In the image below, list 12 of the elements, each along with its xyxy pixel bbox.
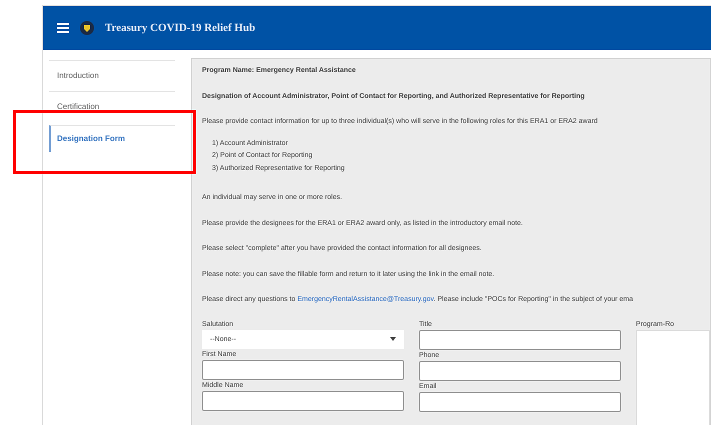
input-field[interactable] <box>202 360 404 380</box>
sidebar-item[interactable]: Designation Form <box>49 125 175 152</box>
input-field[interactable] <box>202 390 404 410</box>
sidebar-item[interactable]: Certification <box>49 91 175 122</box>
menu-icon[interactable] <box>57 23 69 33</box>
input-field[interactable] <box>418 392 621 412</box>
app-title: Treasury COVID-19 Relief Hub <box>105 22 256 34</box>
sidebar-item[interactable]: Introduction <box>49 60 175 91</box>
caret-icon <box>390 337 396 341</box>
seal-icon <box>80 21 94 35</box>
input-field[interactable] <box>418 360 621 380</box>
input-field[interactable] <box>418 330 621 350</box>
